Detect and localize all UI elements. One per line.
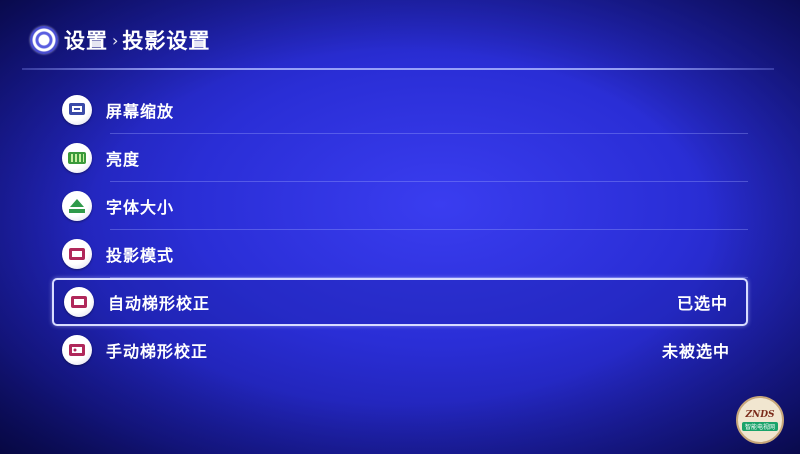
screen-zoom-icon xyxy=(62,95,92,125)
projection-mode-icon xyxy=(62,239,92,269)
menu-item-label: 自动梯形校正 xyxy=(108,294,211,313)
settings-menu: 屏幕缩放 亮度 字体大小 投影模式 自动梯形校正 已选中 手动梯形校正 未被选中 xyxy=(52,86,748,374)
brightness-icon xyxy=(62,143,92,173)
menu-item-brightness[interactable]: 亮度 xyxy=(52,134,748,182)
auto-keystone-icon xyxy=(64,287,94,317)
watermark-subtext: 智能电视网 xyxy=(741,421,778,431)
breadcrumb: 设置 › 投影设置 xyxy=(30,22,210,58)
watermark-text: ZNDS xyxy=(745,409,775,420)
status-not-selected: 未被选中 xyxy=(661,342,730,361)
znds-watermark-logo: ZNDS 智能电视网 xyxy=(736,396,784,444)
header-divider xyxy=(22,68,774,70)
menu-item-projection-mode[interactable]: 投影模式 xyxy=(52,230,748,278)
menu-item-auto-keystone[interactable]: 自动梯形校正 已选中 xyxy=(52,278,748,326)
menu-item-label: 手动梯形校正 xyxy=(106,342,209,361)
menu-item-label: 投影模式 xyxy=(106,246,175,265)
status-selected: 已选中 xyxy=(676,294,728,313)
menu-item-label: 字体大小 xyxy=(106,198,175,217)
manual-keystone-icon xyxy=(62,335,92,365)
menu-item-label: 屏幕缩放 xyxy=(106,102,175,121)
font-size-icon xyxy=(62,191,92,221)
settings-icon xyxy=(30,26,58,54)
breadcrumb-root[interactable]: 设置 xyxy=(64,25,108,55)
menu-item-label: 亮度 xyxy=(106,150,141,169)
menu-item-manual-keystone[interactable]: 手动梯形校正 未被选中 xyxy=(52,326,748,374)
menu-item-font-size[interactable]: 字体大小 xyxy=(52,182,748,230)
page-title: 投影设置 xyxy=(122,29,211,53)
breadcrumb-separator: › xyxy=(112,30,119,50)
menu-item-screen-zoom[interactable]: 屏幕缩放 xyxy=(52,86,748,134)
